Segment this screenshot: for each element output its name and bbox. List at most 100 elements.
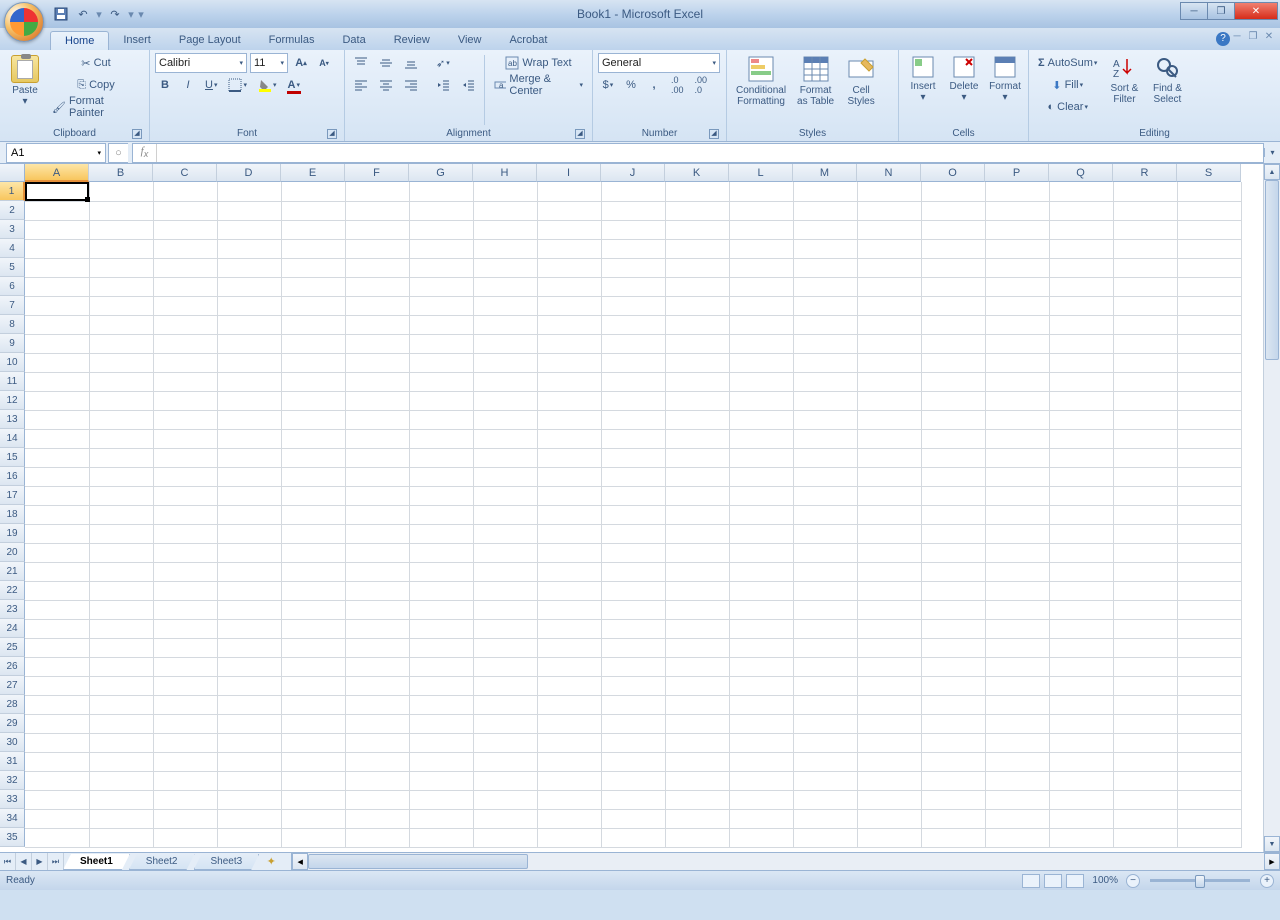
cell[interactable] bbox=[89, 676, 153, 695]
cell[interactable] bbox=[473, 524, 537, 543]
cell[interactable] bbox=[1113, 353, 1177, 372]
cell[interactable] bbox=[729, 372, 793, 391]
clear-button[interactable]: ◐ Clear▾ bbox=[1034, 97, 1101, 117]
cell[interactable] bbox=[793, 486, 857, 505]
align-center-button[interactable] bbox=[375, 75, 397, 95]
cell[interactable] bbox=[25, 809, 89, 828]
column-header[interactable]: L bbox=[729, 164, 793, 182]
cell[interactable] bbox=[345, 467, 409, 486]
cell[interactable] bbox=[473, 752, 537, 771]
cell[interactable] bbox=[601, 676, 665, 695]
cell[interactable] bbox=[409, 619, 473, 638]
cell[interactable] bbox=[921, 391, 985, 410]
cell[interactable] bbox=[345, 714, 409, 733]
cell[interactable] bbox=[1113, 809, 1177, 828]
cell[interactable] bbox=[89, 524, 153, 543]
cell[interactable] bbox=[921, 790, 985, 809]
cell[interactable] bbox=[345, 277, 409, 296]
cell[interactable] bbox=[1177, 391, 1241, 410]
cell[interactable] bbox=[409, 410, 473, 429]
cell[interactable] bbox=[729, 220, 793, 239]
cell[interactable] bbox=[153, 277, 217, 296]
column-header[interactable]: P bbox=[985, 164, 1049, 182]
cell[interactable] bbox=[1177, 410, 1241, 429]
cell[interactable] bbox=[1113, 410, 1177, 429]
cell[interactable] bbox=[89, 315, 153, 334]
cell[interactable] bbox=[537, 334, 601, 353]
name-box[interactable]: A1▾ bbox=[6, 143, 106, 163]
cell[interactable] bbox=[217, 410, 281, 429]
cell[interactable] bbox=[985, 372, 1049, 391]
cell[interactable] bbox=[89, 752, 153, 771]
cell[interactable] bbox=[1177, 524, 1241, 543]
cell[interactable] bbox=[729, 733, 793, 752]
cell[interactable] bbox=[665, 543, 729, 562]
increase-indent-button[interactable] bbox=[457, 75, 479, 95]
font-color-button[interactable]: A▾ bbox=[284, 75, 304, 95]
cell[interactable] bbox=[89, 619, 153, 638]
cell[interactable] bbox=[473, 600, 537, 619]
cell[interactable] bbox=[601, 201, 665, 220]
cell[interactable] bbox=[473, 429, 537, 448]
cell[interactable] bbox=[1113, 448, 1177, 467]
cell[interactable] bbox=[1049, 182, 1113, 201]
cell[interactable] bbox=[217, 486, 281, 505]
cell[interactable] bbox=[217, 258, 281, 277]
cell[interactable] bbox=[793, 638, 857, 657]
cell[interactable] bbox=[89, 638, 153, 657]
cell[interactable] bbox=[217, 201, 281, 220]
row-header[interactable]: 24 bbox=[0, 619, 25, 638]
row-header[interactable]: 17 bbox=[0, 486, 25, 505]
cell[interactable] bbox=[729, 638, 793, 657]
cell[interactable] bbox=[793, 657, 857, 676]
cell[interactable] bbox=[217, 524, 281, 543]
cell[interactable] bbox=[281, 296, 345, 315]
cell[interactable] bbox=[665, 714, 729, 733]
cell[interactable] bbox=[345, 448, 409, 467]
cell[interactable] bbox=[793, 676, 857, 695]
cell[interactable] bbox=[25, 315, 89, 334]
cell[interactable] bbox=[601, 581, 665, 600]
cell[interactable] bbox=[25, 600, 89, 619]
cell[interactable] bbox=[857, 600, 921, 619]
cell[interactable] bbox=[473, 220, 537, 239]
cell[interactable] bbox=[217, 809, 281, 828]
cell[interactable] bbox=[473, 353, 537, 372]
cell[interactable] bbox=[537, 353, 601, 372]
cell[interactable] bbox=[985, 296, 1049, 315]
cell[interactable] bbox=[793, 410, 857, 429]
cell[interactable] bbox=[665, 315, 729, 334]
cell[interactable] bbox=[793, 733, 857, 752]
cell[interactable] bbox=[729, 258, 793, 277]
cell[interactable] bbox=[1113, 524, 1177, 543]
row-header[interactable]: 6 bbox=[0, 277, 25, 296]
row-header[interactable]: 1 bbox=[0, 182, 25, 201]
cell[interactable] bbox=[345, 391, 409, 410]
cell[interactable] bbox=[25, 790, 89, 809]
cell[interactable] bbox=[985, 790, 1049, 809]
cell[interactable] bbox=[793, 334, 857, 353]
cell[interactable] bbox=[729, 429, 793, 448]
cell[interactable] bbox=[1177, 239, 1241, 258]
cell[interactable] bbox=[537, 752, 601, 771]
cell[interactable] bbox=[1049, 752, 1113, 771]
cell[interactable] bbox=[25, 220, 89, 239]
cell[interactable] bbox=[665, 486, 729, 505]
cell[interactable] bbox=[537, 239, 601, 258]
cell[interactable] bbox=[1049, 220, 1113, 239]
cell[interactable] bbox=[217, 562, 281, 581]
cell[interactable] bbox=[473, 657, 537, 676]
cell[interactable] bbox=[1177, 505, 1241, 524]
cell[interactable] bbox=[665, 771, 729, 790]
cell[interactable] bbox=[537, 714, 601, 733]
cell[interactable] bbox=[217, 220, 281, 239]
cell[interactable] bbox=[345, 315, 409, 334]
cell[interactable] bbox=[25, 448, 89, 467]
cell[interactable] bbox=[345, 486, 409, 505]
cell[interactable] bbox=[217, 752, 281, 771]
cell[interactable] bbox=[857, 676, 921, 695]
cell[interactable] bbox=[281, 714, 345, 733]
cell[interactable] bbox=[921, 258, 985, 277]
cell[interactable] bbox=[601, 182, 665, 201]
cell[interactable] bbox=[985, 676, 1049, 695]
